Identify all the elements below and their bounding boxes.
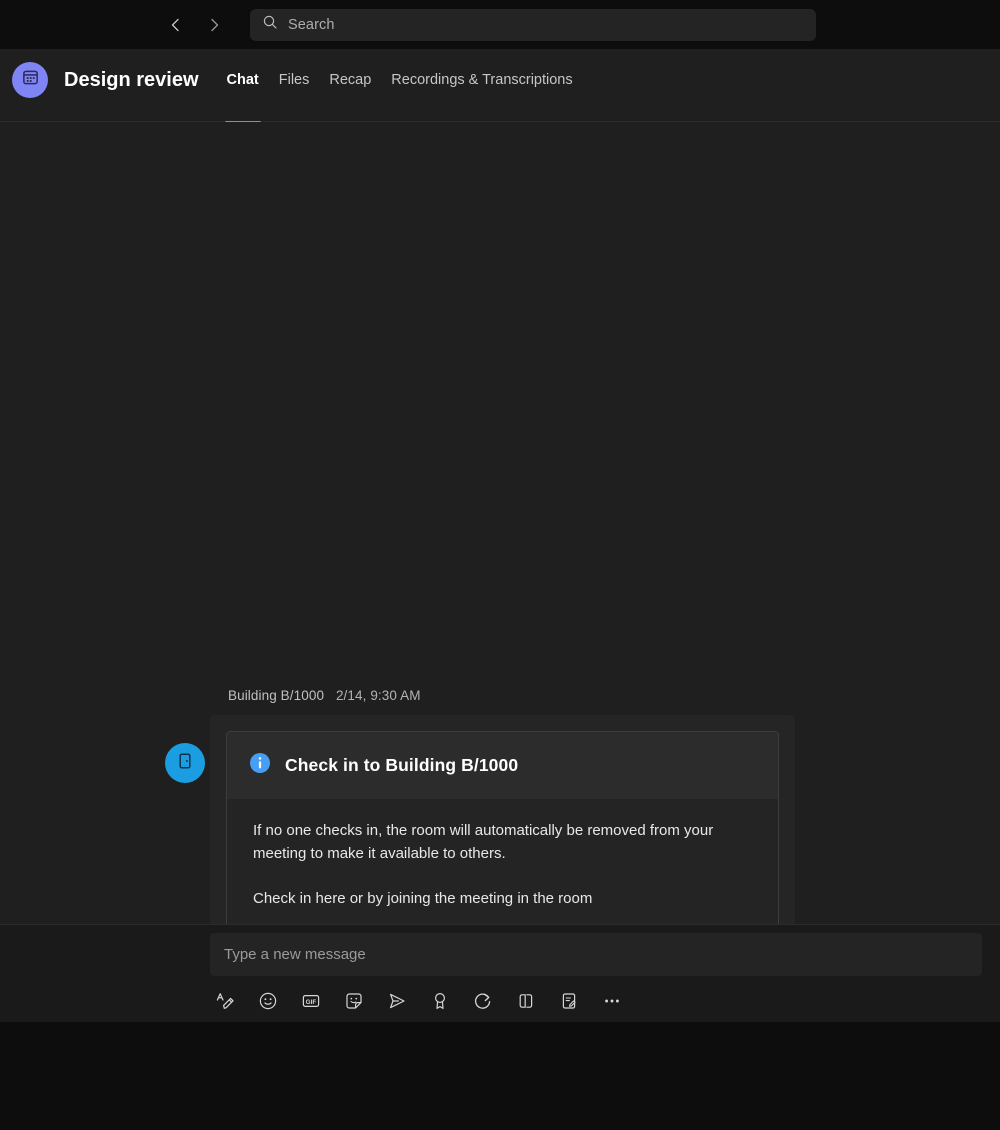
- chevron-right-icon: [205, 16, 223, 34]
- info-circle-icon: [249, 752, 271, 779]
- gif-icon: GIF: [301, 991, 321, 1011]
- message-input-placeholder: Type a new message: [224, 946, 366, 963]
- card-paragraph-2: Check in here or by joining the meeting …: [253, 890, 593, 907]
- card-header: Check in to Building B/1000: [227, 732, 778, 799]
- tab-chat[interactable]: Chat: [217, 62, 269, 124]
- tab-recap-label: Recap: [329, 72, 372, 88]
- search-icon: [262, 14, 278, 35]
- tab-recordings-label: Recordings & Transcriptions: [391, 72, 573, 88]
- gif-button[interactable]: GIF: [296, 986, 326, 1016]
- more-options-button[interactable]: [597, 986, 627, 1016]
- tab-files-label: Files: [278, 72, 310, 88]
- forward-button[interactable]: [200, 11, 228, 39]
- tab-chat-label: Chat: [226, 72, 259, 88]
- praise-button[interactable]: [425, 986, 455, 1016]
- send-plane-icon: [387, 991, 407, 1011]
- message-input[interactable]: Type a new message: [210, 933, 982, 976]
- chevron-left-icon: [167, 16, 185, 34]
- tab-files[interactable]: Files: [269, 62, 320, 98]
- chat-empty-space: [0, 122, 1000, 688]
- format-button[interactable]: [210, 986, 240, 1016]
- forms-clipboard-icon: [559, 991, 579, 1011]
- loop-component-button[interactable]: [468, 986, 498, 1016]
- meeting-header: Design review Chat Files Recap Recording…: [0, 49, 1000, 124]
- schedule-send-button[interactable]: [382, 986, 412, 1016]
- praise-ribbon-icon: [430, 991, 450, 1011]
- sticker-icon: [344, 991, 364, 1011]
- meeting-calendar-icon: [21, 68, 40, 92]
- avatar: [165, 743, 205, 783]
- loop-component-icon: [473, 991, 493, 1011]
- navigation-buttons: [162, 11, 228, 39]
- emoji-button[interactable]: [253, 986, 283, 1016]
- door-room-icon: [175, 751, 195, 776]
- page-title: Design review: [64, 69, 199, 91]
- compose-area: Type a new message GIF: [0, 924, 1000, 1027]
- tab-recordings-transcriptions[interactable]: Recordings & Transcriptions: [381, 62, 582, 98]
- apps-button[interactable]: [511, 986, 541, 1016]
- svg-text:GIF: GIF: [306, 999, 317, 1006]
- message-meta: Building B/1000 2/14, 9:30 AM: [210, 688, 1000, 703]
- format-text-icon: [215, 991, 235, 1011]
- emoji-icon: [258, 991, 278, 1011]
- chat-message-list[interactable]: Building B/1000 2/14, 9:30 AM Check in t…: [0, 122, 1000, 1027]
- tab-recap[interactable]: Recap: [319, 62, 381, 98]
- more-options-icon: [602, 991, 622, 1011]
- search-placeholder: Search: [288, 16, 335, 33]
- apps-icon: [516, 991, 536, 1011]
- avatar: [12, 62, 48, 98]
- message-sender: Building B/1000: [228, 688, 325, 703]
- window-bottom-edge: [0, 1022, 1000, 1027]
- search-input[interactable]: Search: [250, 8, 816, 41]
- back-button[interactable]: [162, 11, 190, 39]
- tab-list: Chat Files Recap Recordings & Transcript…: [217, 62, 583, 124]
- forms-button[interactable]: [554, 986, 584, 1016]
- message-timestamp: 2/14, 9:30 AM: [335, 688, 421, 703]
- sticker-button[interactable]: [339, 986, 369, 1016]
- compose-toolbar: GIF: [210, 986, 1000, 1016]
- card-paragraph-1: If no one checks in, the room will autom…: [253, 822, 714, 862]
- card-title: Check in to Building B/1000: [285, 755, 519, 775]
- title-bar: Search: [0, 0, 1000, 49]
- message-avatar-column: [160, 688, 210, 783]
